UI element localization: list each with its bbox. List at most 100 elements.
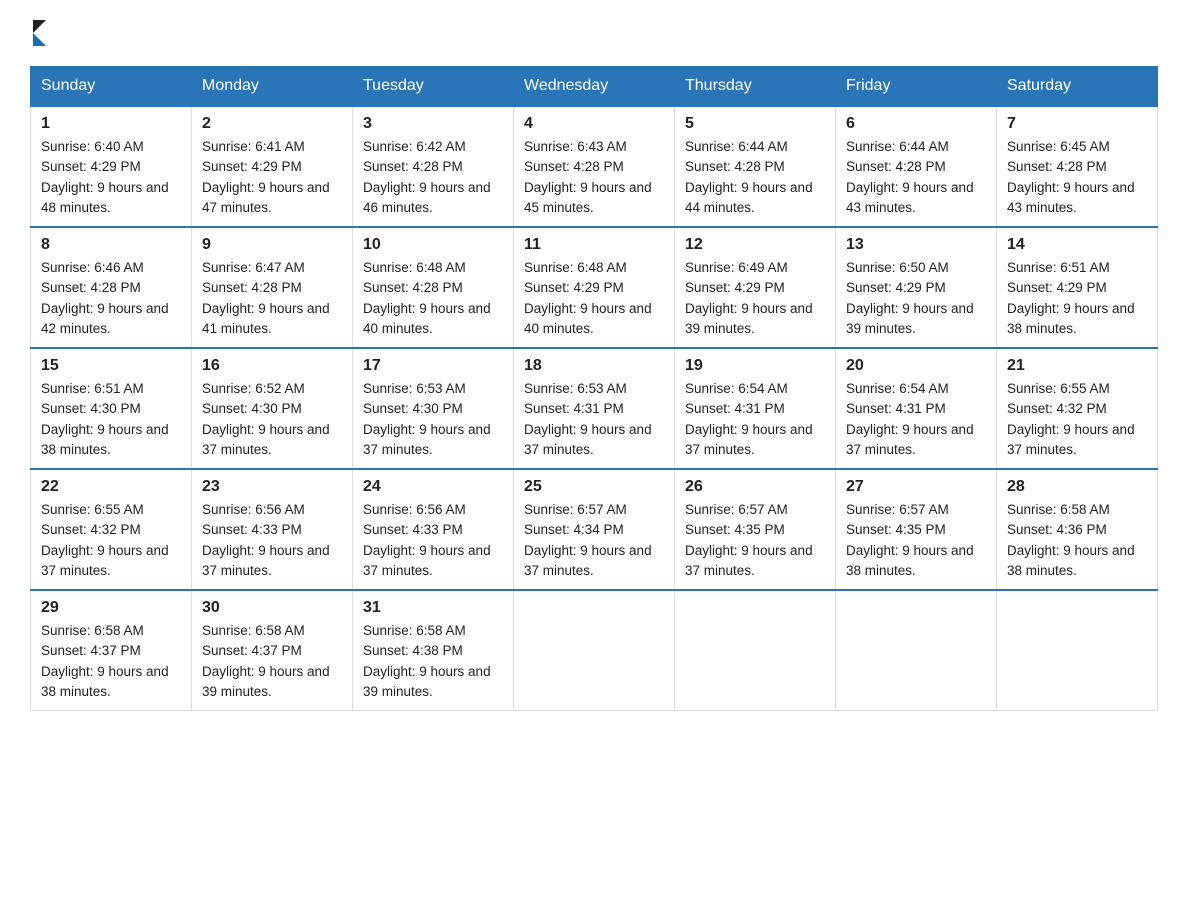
calendar-cell: 29 Sunrise: 6:58 AM Sunset: 4:37 PM Dayl… [31,590,192,711]
day-info: Sunrise: 6:41 AM Sunset: 4:29 PM Dayligh… [202,137,342,218]
day-info: Sunrise: 6:58 AM Sunset: 4:38 PM Dayligh… [363,621,503,702]
calendar-cell: 26 Sunrise: 6:57 AM Sunset: 4:35 PM Dayl… [675,469,836,590]
weekday-header-saturday: Saturday [997,67,1158,107]
weekday-header-tuesday: Tuesday [353,67,514,107]
week-row-5: 29 Sunrise: 6:58 AM Sunset: 4:37 PM Dayl… [31,590,1158,711]
page-header [30,20,1158,46]
day-info: Sunrise: 6:43 AM Sunset: 4:28 PM Dayligh… [524,137,664,218]
day-info: Sunrise: 6:56 AM Sunset: 4:33 PM Dayligh… [363,500,503,581]
day-info: Sunrise: 6:48 AM Sunset: 4:29 PM Dayligh… [524,258,664,339]
weekday-header-sunday: Sunday [31,67,192,107]
day-number: 14 [1007,236,1147,254]
day-info: Sunrise: 6:54 AM Sunset: 4:31 PM Dayligh… [846,379,986,460]
day-number: 28 [1007,478,1147,496]
weekday-header-wednesday: Wednesday [514,67,675,107]
calendar-body: 1 Sunrise: 6:40 AM Sunset: 4:29 PM Dayli… [31,106,1158,711]
day-number: 18 [524,357,664,375]
day-info: Sunrise: 6:44 AM Sunset: 4:28 PM Dayligh… [846,137,986,218]
calendar-cell: 30 Sunrise: 6:58 AM Sunset: 4:37 PM Dayl… [192,590,353,711]
week-row-2: 8 Sunrise: 6:46 AM Sunset: 4:28 PM Dayli… [31,227,1158,348]
calendar-cell: 6 Sunrise: 6:44 AM Sunset: 4:28 PM Dayli… [836,106,997,227]
day-number: 7 [1007,115,1147,133]
calendar-cell: 15 Sunrise: 6:51 AM Sunset: 4:30 PM Dayl… [31,348,192,469]
day-number: 26 [685,478,825,496]
week-row-1: 1 Sunrise: 6:40 AM Sunset: 4:29 PM Dayli… [31,106,1158,227]
calendar-cell: 10 Sunrise: 6:48 AM Sunset: 4:28 PM Dayl… [353,227,514,348]
day-info: Sunrise: 6:48 AM Sunset: 4:28 PM Dayligh… [363,258,503,339]
day-number: 13 [846,236,986,254]
day-number: 3 [363,115,503,133]
week-row-3: 15 Sunrise: 6:51 AM Sunset: 4:30 PM Dayl… [31,348,1158,469]
day-number: 15 [41,357,181,375]
calendar-cell [514,590,675,711]
day-number: 12 [685,236,825,254]
day-number: 8 [41,236,181,254]
calendar-cell: 12 Sunrise: 6:49 AM Sunset: 4:29 PM Dayl… [675,227,836,348]
calendar-cell: 1 Sunrise: 6:40 AM Sunset: 4:29 PM Dayli… [31,106,192,227]
calendar-cell [675,590,836,711]
calendar-cell: 25 Sunrise: 6:57 AM Sunset: 4:34 PM Dayl… [514,469,675,590]
day-info: Sunrise: 6:55 AM Sunset: 4:32 PM Dayligh… [1007,379,1147,460]
calendar-cell: 14 Sunrise: 6:51 AM Sunset: 4:29 PM Dayl… [997,227,1158,348]
calendar-cell: 24 Sunrise: 6:56 AM Sunset: 4:33 PM Dayl… [353,469,514,590]
day-number: 24 [363,478,503,496]
calendar-cell: 31 Sunrise: 6:58 AM Sunset: 4:38 PM Dayl… [353,590,514,711]
day-number: 10 [363,236,503,254]
calendar-cell: 18 Sunrise: 6:53 AM Sunset: 4:31 PM Dayl… [514,348,675,469]
day-info: Sunrise: 6:58 AM Sunset: 4:36 PM Dayligh… [1007,500,1147,581]
day-info: Sunrise: 6:45 AM Sunset: 4:28 PM Dayligh… [1007,137,1147,218]
day-info: Sunrise: 6:46 AM Sunset: 4:28 PM Dayligh… [41,258,181,339]
day-number: 21 [1007,357,1147,375]
calendar-cell: 7 Sunrise: 6:45 AM Sunset: 4:28 PM Dayli… [997,106,1158,227]
calendar-cell [836,590,997,711]
day-info: Sunrise: 6:51 AM Sunset: 4:29 PM Dayligh… [1007,258,1147,339]
calendar-cell: 19 Sunrise: 6:54 AM Sunset: 4:31 PM Dayl… [675,348,836,469]
calendar-table: SundayMondayTuesdayWednesdayThursdayFrid… [30,66,1158,711]
calendar-cell: 5 Sunrise: 6:44 AM Sunset: 4:28 PM Dayli… [675,106,836,227]
day-info: Sunrise: 6:52 AM Sunset: 4:30 PM Dayligh… [202,379,342,460]
day-number: 1 [41,115,181,133]
day-number: 22 [41,478,181,496]
calendar-cell: 20 Sunrise: 6:54 AM Sunset: 4:31 PM Dayl… [836,348,997,469]
calendar-cell: 22 Sunrise: 6:55 AM Sunset: 4:32 PM Dayl… [31,469,192,590]
day-info: Sunrise: 6:53 AM Sunset: 4:30 PM Dayligh… [363,379,503,460]
day-number: 5 [685,115,825,133]
day-number: 11 [524,236,664,254]
day-info: Sunrise: 6:44 AM Sunset: 4:28 PM Dayligh… [685,137,825,218]
day-number: 31 [363,599,503,617]
calendar-cell: 11 Sunrise: 6:48 AM Sunset: 4:29 PM Dayl… [514,227,675,348]
day-number: 25 [524,478,664,496]
day-info: Sunrise: 6:56 AM Sunset: 4:33 PM Dayligh… [202,500,342,581]
day-info: Sunrise: 6:58 AM Sunset: 4:37 PM Dayligh… [41,621,181,702]
day-number: 6 [846,115,986,133]
day-info: Sunrise: 6:57 AM Sunset: 4:35 PM Dayligh… [846,500,986,581]
day-number: 29 [41,599,181,617]
calendar-cell: 28 Sunrise: 6:58 AM Sunset: 4:36 PM Dayl… [997,469,1158,590]
calendar-cell: 2 Sunrise: 6:41 AM Sunset: 4:29 PM Dayli… [192,106,353,227]
day-number: 2 [202,115,342,133]
calendar-cell: 23 Sunrise: 6:56 AM Sunset: 4:33 PM Dayl… [192,469,353,590]
week-row-4: 22 Sunrise: 6:55 AM Sunset: 4:32 PM Dayl… [31,469,1158,590]
day-info: Sunrise: 6:50 AM Sunset: 4:29 PM Dayligh… [846,258,986,339]
day-number: 20 [846,357,986,375]
weekday-header-row: SundayMondayTuesdayWednesdayThursdayFrid… [31,67,1158,107]
day-info: Sunrise: 6:54 AM Sunset: 4:31 PM Dayligh… [685,379,825,460]
day-info: Sunrise: 6:42 AM Sunset: 4:28 PM Dayligh… [363,137,503,218]
day-number: 9 [202,236,342,254]
day-number: 19 [685,357,825,375]
day-number: 30 [202,599,342,617]
day-info: Sunrise: 6:53 AM Sunset: 4:31 PM Dayligh… [524,379,664,460]
day-info: Sunrise: 6:47 AM Sunset: 4:28 PM Dayligh… [202,258,342,339]
calendar-cell: 17 Sunrise: 6:53 AM Sunset: 4:30 PM Dayl… [353,348,514,469]
day-info: Sunrise: 6:58 AM Sunset: 4:37 PM Dayligh… [202,621,342,702]
weekday-header-friday: Friday [836,67,997,107]
day-info: Sunrise: 6:57 AM Sunset: 4:35 PM Dayligh… [685,500,825,581]
calendar-cell: 13 Sunrise: 6:50 AM Sunset: 4:29 PM Dayl… [836,227,997,348]
weekday-header-thursday: Thursday [675,67,836,107]
day-info: Sunrise: 6:40 AM Sunset: 4:29 PM Dayligh… [41,137,181,218]
logo [30,20,46,46]
day-info: Sunrise: 6:57 AM Sunset: 4:34 PM Dayligh… [524,500,664,581]
day-info: Sunrise: 6:49 AM Sunset: 4:29 PM Dayligh… [685,258,825,339]
day-number: 17 [363,357,503,375]
calendar-cell: 16 Sunrise: 6:52 AM Sunset: 4:30 PM Dayl… [192,348,353,469]
